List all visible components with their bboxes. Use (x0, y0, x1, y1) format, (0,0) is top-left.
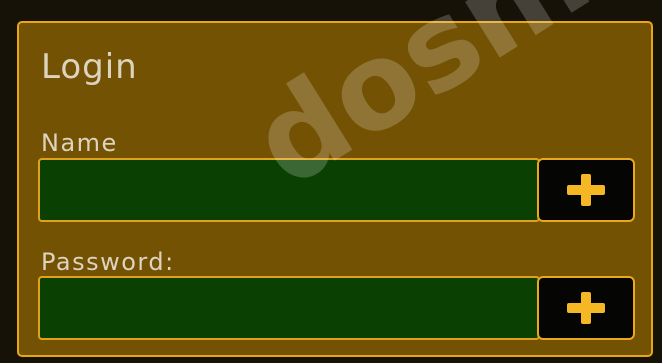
login-panel: Login Name Password: (17, 21, 653, 357)
name-input[interactable] (38, 158, 540, 222)
name-label: Name (41, 129, 118, 157)
name-field-row (38, 158, 635, 222)
password-add-button[interactable] (537, 276, 635, 340)
window-frame: Login Name Password: dosmen (0, 0, 662, 363)
login-title: Login (41, 47, 138, 87)
password-input[interactable] (38, 276, 540, 340)
plus-icon (567, 174, 605, 206)
name-add-button[interactable] (537, 158, 635, 222)
plus-icon (567, 292, 605, 324)
password-label: Password: (41, 248, 175, 276)
password-field-row (38, 276, 635, 340)
